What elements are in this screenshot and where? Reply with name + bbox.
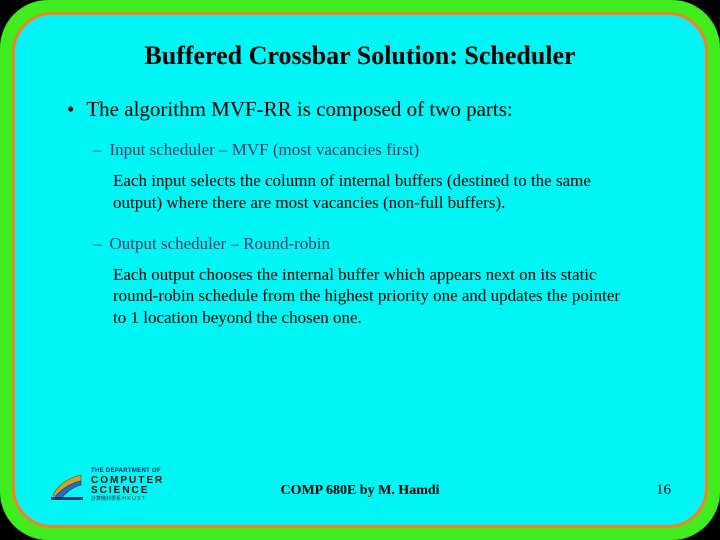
- slide-inner-frame: Buffered Crossbar Solution: Scheduler • …: [12, 12, 708, 528]
- bullet-level-1: • The algorithm MVF-RR is composed of tw…: [67, 97, 661, 122]
- bullet-text: The algorithm MVF-RR is composed of two …: [86, 97, 512, 122]
- footer-text: COMP 680E by M. Hamdi: [15, 483, 705, 499]
- sub-bullet-1-body: Each input selects the column of interna…: [113, 170, 637, 214]
- slide-title: Buffered Crossbar Solution: Scheduler: [59, 41, 661, 71]
- sub-bullet-2-title: Output scheduler – Round-robin: [110, 234, 331, 254]
- sub-bullet-dash: –: [93, 140, 102, 160]
- logo-line-1: THE DEPARTMENT OF: [91, 468, 189, 474]
- sub-bullet-2-body: Each output chooses the internal buffer …: [113, 264, 637, 329]
- sub-bullet-2: – Output scheduler – Round-robin Each ou…: [93, 234, 637, 329]
- sub-bullet-2-head: – Output scheduler – Round-robin: [93, 234, 637, 254]
- slide-number: 16: [656, 482, 671, 499]
- sub-bullet-1-title: Input scheduler – MVF (most vacancies fi…: [110, 140, 420, 160]
- sub-bullet-1: – Input scheduler – MVF (most vacancies …: [93, 140, 637, 214]
- slide-footer: THE DEPARTMENT OF COMPUTER SCIENCE 計算機科學…: [15, 459, 705, 503]
- slide-outer-frame: Buffered Crossbar Solution: Scheduler • …: [0, 0, 720, 540]
- sub-bullet-dash: –: [93, 234, 102, 254]
- bullet-dot: •: [67, 97, 74, 122]
- sub-bullet-1-head: – Input scheduler – MVF (most vacancies …: [93, 140, 637, 160]
